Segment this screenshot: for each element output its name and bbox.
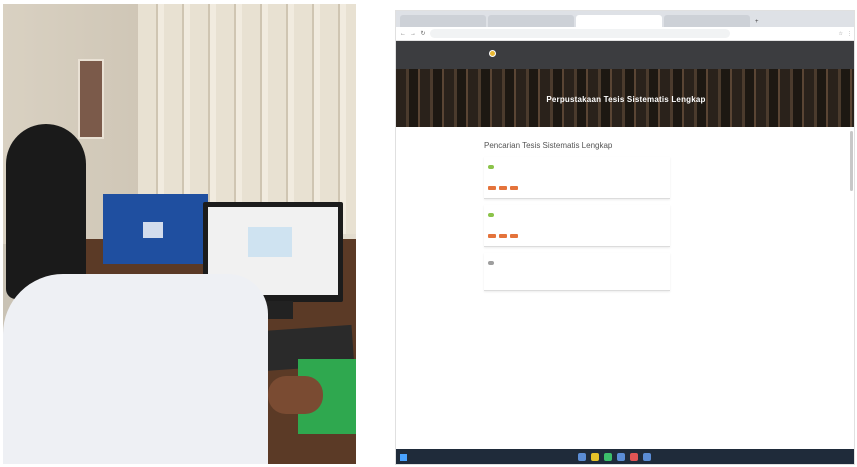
page-scrollbar[interactable] [850,131,853,191]
action-button[interactable] [488,234,496,238]
photo-panel [3,4,356,464]
list-item[interactable] [484,157,670,199]
forward-icon[interactable]: → [410,31,416,37]
list-item[interactable] [484,205,670,247]
url-input[interactable] [430,29,730,38]
mail-icon[interactable] [617,453,625,461]
browser-app-icon[interactable] [604,453,612,461]
browser-tab-bar: + [396,11,854,27]
os-taskbar [396,449,854,464]
page-title: Pencarian Tesis Sistematis Lengkap [484,141,613,150]
photo-person-head [6,124,86,299]
site-navbar [396,41,854,69]
action-button[interactable] [488,186,496,190]
status-badge [488,165,494,169]
hero-title: Perpustakaan Tesis Sistematis Lengkap [546,95,706,104]
photo-person-body [3,274,268,464]
reload-icon[interactable]: ↻ [420,30,426,37]
browser-tab[interactable] [664,15,750,27]
action-button[interactable] [499,186,507,190]
composite-screenshot: + ← → ↻ ☆ ⋮ Perpustakaan Tesis Sistemati… [0,0,857,467]
status-badge [488,213,494,217]
search-icon[interactable] [578,453,586,461]
bookmark-star-icon[interactable]: ☆ [839,31,843,37]
taskbar-apps [578,453,651,461]
toolbar-icons: ☆ ⋮ [839,31,852,37]
browser-tab-active[interactable] [576,15,662,27]
status-badge [488,261,494,265]
photo-wall-poster [78,59,104,139]
photo-blue-box [103,194,208,264]
results-list: Pencarian Tesis Sistematis Lengkap [484,141,670,297]
address-bar: ← → ↻ ☆ ⋮ [396,27,854,41]
item-actions [488,186,664,190]
settings-icon[interactable] [643,453,651,461]
browser-tab[interactable] [488,15,574,27]
item-actions [488,234,664,238]
store-icon[interactable] [630,453,638,461]
back-icon[interactable]: ← [400,31,406,37]
browser-tab[interactable] [400,15,486,27]
browser-screenshot: + ← → ↻ ☆ ⋮ Perpustakaan Tesis Sistemati… [395,10,855,465]
site-logo[interactable] [489,50,499,57]
list-item[interactable] [484,253,670,291]
file-explorer-icon[interactable] [591,453,599,461]
start-menu-icon[interactable] [400,454,407,461]
logo-emblem-icon [489,50,496,57]
photo-hand-on-mouse [268,376,323,414]
action-button[interactable] [510,186,518,190]
action-button[interactable] [510,234,518,238]
action-button[interactable] [499,234,507,238]
new-tab-button[interactable]: + [752,19,762,27]
more-menu-icon[interactable]: ⋮ [847,31,852,37]
